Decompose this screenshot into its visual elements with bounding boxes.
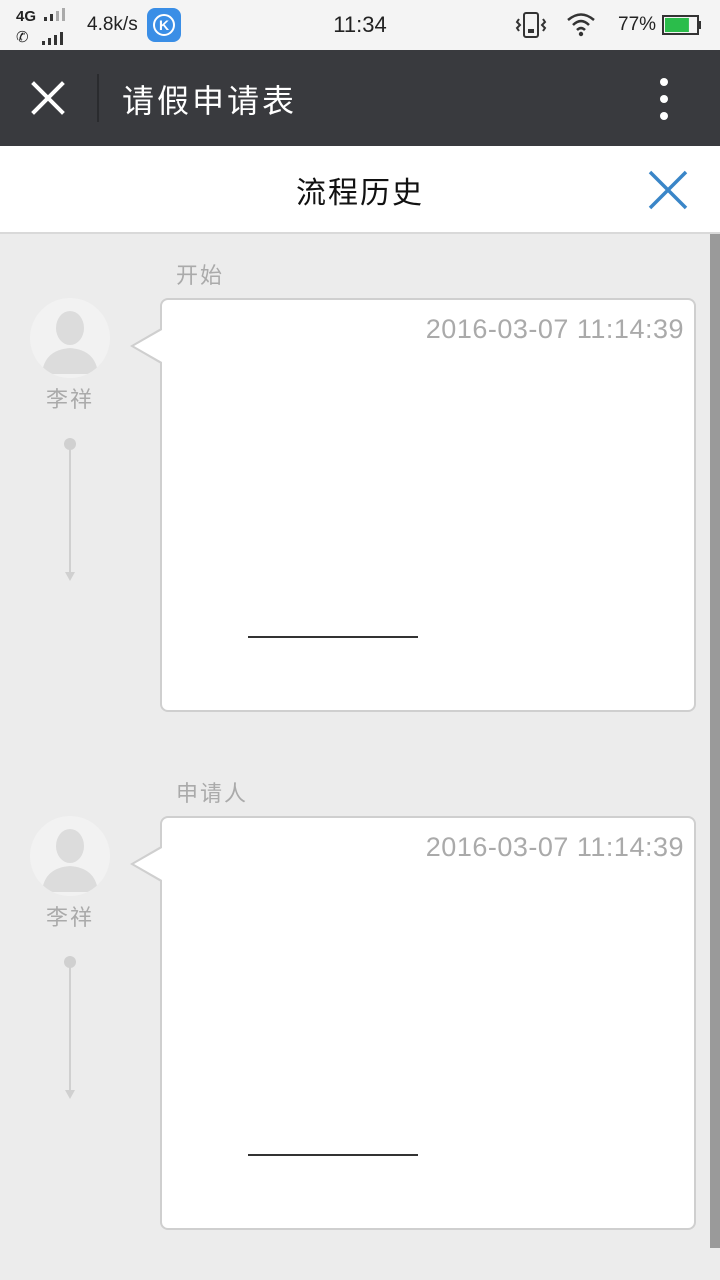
wifi-icon: [567, 13, 595, 37]
signature-line: [248, 636, 418, 638]
scrollbar[interactable]: [710, 234, 720, 1248]
page-title: 请假申请表: [122, 82, 298, 120]
status-bar: 4G ✆ 4.8k/s K 11:34 77%: [0, 0, 720, 50]
signature-line: [248, 1154, 418, 1156]
title-bar: 请假申请表: [0, 50, 720, 146]
clock: 11:34: [333, 12, 387, 37]
timeline-arrow-icon: [65, 1090, 75, 1099]
panel-header: 流程历史: [0, 146, 720, 234]
close-icon[interactable]: [24, 74, 72, 122]
timestamp: 2016-03-07 11:14:39: [425, 314, 684, 344]
user-name: 李祥: [45, 388, 94, 413]
panel-close-icon[interactable]: [646, 168, 690, 212]
panel-title: 流程历史: [296, 176, 424, 211]
step-label: 申请人: [176, 782, 249, 807]
timeline-line: [69, 966, 71, 1094]
title-divider: [97, 74, 99, 122]
timeline-line: [69, 448, 71, 576]
user-avatar-icon: [42, 311, 98, 374]
timeline-entry: 开始 李祥 2016-03-07 11:14:39: [0, 236, 720, 712]
step-label: 开始: [176, 264, 225, 289]
avatar: [30, 298, 110, 378]
timeline-entry: 申请人 李祥 2016-03-07 11:14:39: [0, 754, 720, 1230]
avatar: [30, 816, 110, 896]
history-card: 2016-03-07 11:14:39: [160, 816, 696, 1230]
vibrate-icon: [515, 12, 547, 38]
card-pointer-inner: [134, 848, 162, 880]
history-card: 2016-03-07 11:14:39: [160, 298, 696, 712]
timeline-arrow-icon: [65, 572, 75, 581]
battery-percent: 77%: [618, 14, 657, 35]
card-pointer-inner: [134, 330, 162, 362]
battery-icon: [662, 15, 701, 35]
timestamp: 2016-03-07 11:14:39: [425, 832, 684, 862]
more-vertical-icon[interactable]: [650, 78, 678, 122]
user-avatar-icon: [42, 829, 98, 892]
user-name: 李祥: [45, 906, 94, 931]
